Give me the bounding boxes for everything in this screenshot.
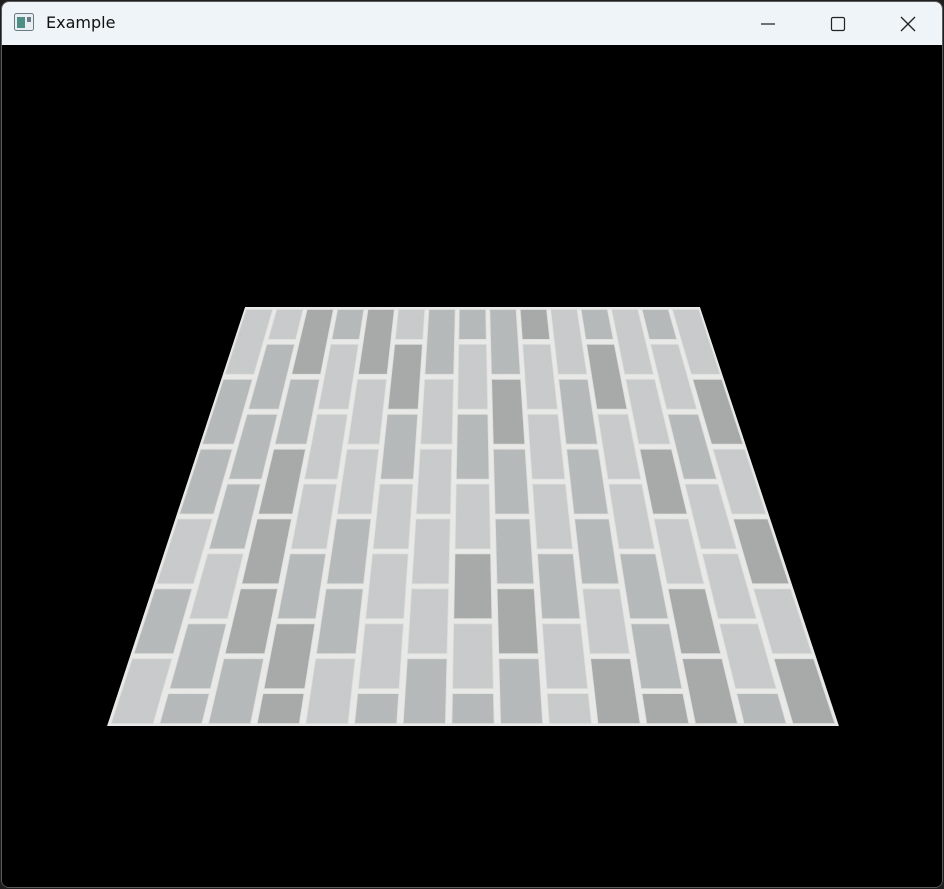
close-icon	[900, 16, 916, 31]
app-window-icon	[14, 13, 34, 31]
app-window: Example	[1, 1, 943, 888]
maximize-button[interactable]	[803, 2, 873, 45]
scene-canvas	[2, 45, 942, 887]
render-viewport[interactable]	[2, 45, 942, 887]
window-title: Example	[46, 13, 116, 32]
maximize-icon	[830, 16, 846, 31]
title-bar[interactable]: Example	[2, 2, 942, 45]
minimize-icon	[761, 22, 775, 25]
minimize-button[interactable]	[733, 2, 803, 45]
close-button[interactable]	[873, 2, 942, 45]
